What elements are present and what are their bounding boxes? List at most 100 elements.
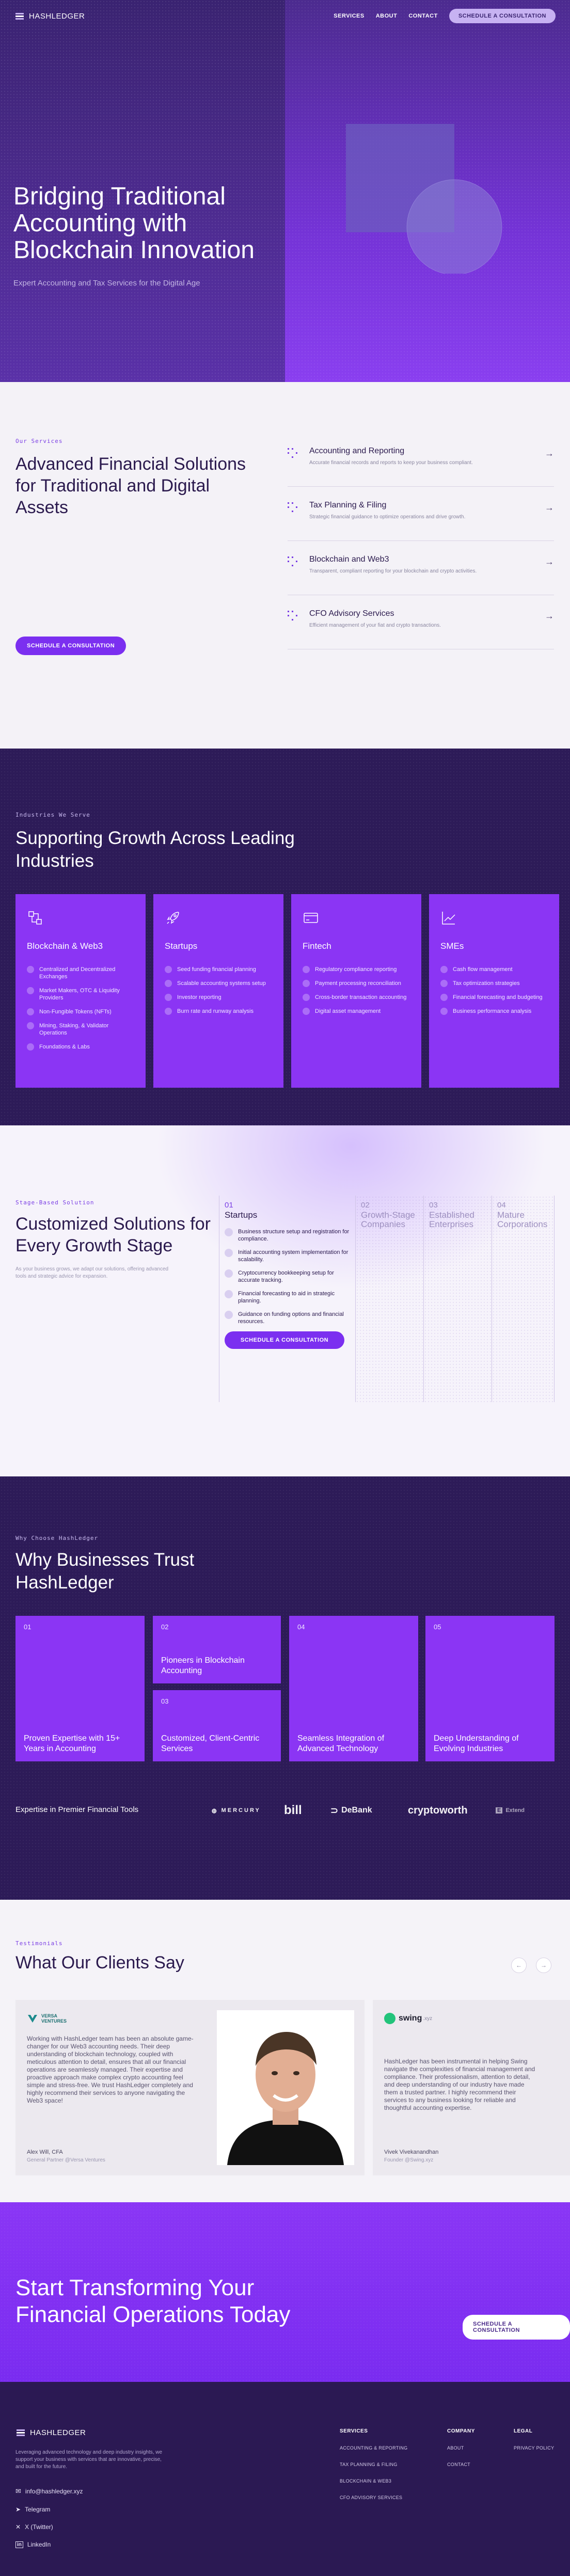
testimonial-quote: HashLedger has been instrumental in help… <box>384 2058 535 2111</box>
why-card-4: 04 Seamless Integration of Advanced Tech… <box>289 1616 418 1761</box>
tools-label: Expertise in Premier Financial Tools <box>15 1805 139 1814</box>
author-role: Founder @Swing.xyz <box>384 2157 434 2163</box>
industries-title: Supporting Growth Across Leading Industr… <box>15 828 295 871</box>
footer-company-column: COMPANY ABOUT CONTACT <box>447 2428 475 2478</box>
stage-title: Established Enterprises <box>429 1210 474 1229</box>
list-item: Business performance analysis <box>440 1008 548 1015</box>
why-card-title: Seamless Integration of Advanced Technol… <box>297 1734 385 1753</box>
author-role: General Partner @Versa Ventures <box>27 2157 105 2163</box>
industries-grid: Blockchain & Web3 Centralized and Decent… <box>15 894 559 1088</box>
industries-section: Industries We Serve Supporting Growth Ac… <box>0 749 570 1125</box>
nav-link-services[interactable]: SERVICES <box>334 13 364 19</box>
footer-about: Leveraging advanced technology and deep … <box>15 2450 163 2470</box>
footer-logo[interactable]: HASHLEDGER <box>15 2427 86 2438</box>
list-item: Market Makers, OTC & Liquidity Providers <box>27 987 134 1001</box>
footer-link[interactable]: ABOUT <box>447 2445 475 2451</box>
stage-column-startups[interactable]: 01 Startups Business structure setup and… <box>219 1196 355 1402</box>
carousel-next-button[interactable]: → <box>536 1958 551 1973</box>
list-item: Centralized and Decentralized Exchanges <box>27 966 134 980</box>
cta-schedule-button[interactable]: SCHEDULE A CONSULTATION <box>463 2315 570 2340</box>
footer-link[interactable]: CONTACT <box>447 2462 475 2467</box>
service-title: Tax Planning & Filing <box>309 501 387 510</box>
arrow-right-icon: → <box>545 502 554 513</box>
stage-column-growth[interactable]: 02 Growth-Stage Companies <box>355 1196 423 1402</box>
mercury-icon: ◍ <box>212 1807 218 1814</box>
top-navbar: HASHLEDGER SERVICES ABOUT CONTACT SCHEDU… <box>0 0 570 32</box>
service-item-cfo[interactable]: CFO Advisory Services Efficient manageme… <box>288 595 554 649</box>
why-card-number: 05 <box>434 1623 441 1631</box>
testimonials-title: What Our Clients Say <box>15 1953 184 1973</box>
author-photo <box>217 2010 354 2165</box>
testimonial-author: Vivek Vivekanandhan Founder @Swing.xyz <box>384 2149 438 2163</box>
why-card-title: Customized, Client-Centric Services <box>161 1734 260 1753</box>
footer-brand-name: HASHLEDGER <box>30 2428 86 2437</box>
list-item: Guidance on funding options and financia… <box>225 1311 350 1325</box>
stage-number: 03 <box>429 1201 438 1210</box>
service-desc: Accurate financial records and reports t… <box>309 460 473 466</box>
industry-card-fintech: Fintech Regulatory compliance reporting … <box>291 894 421 1088</box>
testimonial-quote: Working with HashLedger team has been an… <box>27 2035 194 2104</box>
services-title: Advanced Financial Solutions for Traditi… <box>15 454 246 517</box>
rocket-icon <box>167 912 179 924</box>
footer-email-link[interactable]: ✉ info@hashledger.xyz <box>15 2487 83 2495</box>
footer-linkedin-link[interactable]: in LinkedIn <box>15 2541 83 2548</box>
list-item: Cross-border transaction accounting <box>303 994 410 1001</box>
list-item: Seed funding financial planning <box>165 966 272 973</box>
stages-subtitle: As your business grows, we adapt our sol… <box>15 1266 169 1279</box>
footer-legal-column: LEGAL PRIVACY POLICY <box>514 2428 554 2462</box>
industry-card-smes: SMEs Cash flow management Tax optimizati… <box>429 894 559 1088</box>
service-title: Accounting and Reporting <box>309 447 405 455</box>
chart-icon <box>442 912 455 925</box>
list-item: Digital asset management <box>303 1008 410 1015</box>
cta-section: Start Transforming Your Financial Operat… <box>0 2202 570 2382</box>
tool-logo-debank: ⊃ DeBank <box>330 1805 372 1816</box>
brand-logo[interactable]: HASHLEDGER <box>14 11 85 21</box>
why-card-5: 05 Deep Understanding of Evolving Indust… <box>425 1616 555 1761</box>
footer-link[interactable]: ACCOUNTING & REPORTING <box>340 2445 407 2451</box>
testimonial-card-swing: swing .xyz HashLedger has been instrument… <box>373 2000 570 2175</box>
why-card-1: 01 Proven Expertise with 15+ Years in Ac… <box>15 1616 145 1761</box>
footer-contacts: ✉ info@hashledger.xyz ➤ Telegram ✕ X (Twitt… <box>15 2487 83 2558</box>
nav-schedule-button[interactable]: SCHEDULE A CONSULTATION <box>449 9 556 23</box>
footer-telegram-link[interactable]: ➤ Telegram <box>15 2506 83 2513</box>
service-dots-icon <box>288 611 297 621</box>
service-item-tax[interactable]: Tax Planning & Filing Strategic financia… <box>288 487 554 541</box>
footer-services-column: SERVICES ACCOUNTING & REPORTING TAX PLAN… <box>340 2428 407 2511</box>
list-item: Regulatory compliance reporting <box>303 966 410 973</box>
list-item: Scalable accounting systems setup <box>165 980 272 987</box>
stage-column-established[interactable]: 03 Established Enterprises <box>423 1196 492 1402</box>
services-eyebrow: Our Services <box>15 438 63 444</box>
service-item-blockchain[interactable]: Blockchain and Web3 Transparent, complia… <box>288 541 554 595</box>
service-desc: Transparent, compliant reporting for you… <box>309 568 477 574</box>
hero-geometric-shapes <box>346 124 502 274</box>
carousel-prev-button[interactable]: ← <box>511 1958 527 1973</box>
footer-link[interactable]: PRIVACY POLICY <box>514 2445 554 2451</box>
footer-twitter-link[interactable]: ✕ X (Twitter) <box>15 2523 83 2531</box>
nav-link-contact[interactable]: CONTACT <box>408 13 437 19</box>
service-dots-icon <box>288 556 297 566</box>
services-section: Our Services Advanced Financial Solution… <box>0 382 570 749</box>
blockchain-icon <box>28 911 42 925</box>
card-icon <box>304 913 318 923</box>
arrow-left-icon: ← <box>516 1962 522 1969</box>
list-item: Financial forecasting to aid in strategi… <box>225 1290 350 1305</box>
service-item-accounting[interactable]: Accounting and Reporting Accurate financ… <box>288 433 554 487</box>
industry-list: Seed funding financial planning Scalable… <box>165 966 272 1015</box>
stage-title: Growth-Stage Companies <box>361 1210 415 1229</box>
swing-logo: swing .xyz <box>384 2010 559 2027</box>
hero-graphic-panel <box>285 0 570 382</box>
footer-link[interactable]: TAX PLANNING & FILING <box>340 2462 407 2467</box>
list-item: Investor reporting <box>165 994 272 1001</box>
stage-schedule-button[interactable]: SCHEDULE A CONSULTATION <box>225 1331 344 1349</box>
stages-eyebrow: Stage-Based Solution <box>15 1199 94 1206</box>
industry-list: Centralized and Decentralized Exchanges … <box>27 966 134 1051</box>
stage-column-mature[interactable]: 04 Mature Corporations <box>492 1196 555 1402</box>
tools-logo-strip: ◍ MERCURY bill ⊃ DeBank cryptoworth E Exten… <box>212 1798 542 1823</box>
nav-link-about[interactable]: ABOUT <box>376 13 398 19</box>
services-schedule-button[interactable]: SCHEDULE A CONSULTATION <box>15 637 126 655</box>
footer-link[interactable]: BLOCKCHAIN & WEB3 <box>340 2478 407 2484</box>
nav-links: SERVICES ABOUT CONTACT SCHEDULE A CONSUL… <box>334 9 556 23</box>
footer-link[interactable]: CFO ADVISORY SERVICES <box>340 2495 407 2500</box>
stage-number: 02 <box>361 1201 370 1210</box>
swing-logo-icon <box>384 2013 395 2024</box>
